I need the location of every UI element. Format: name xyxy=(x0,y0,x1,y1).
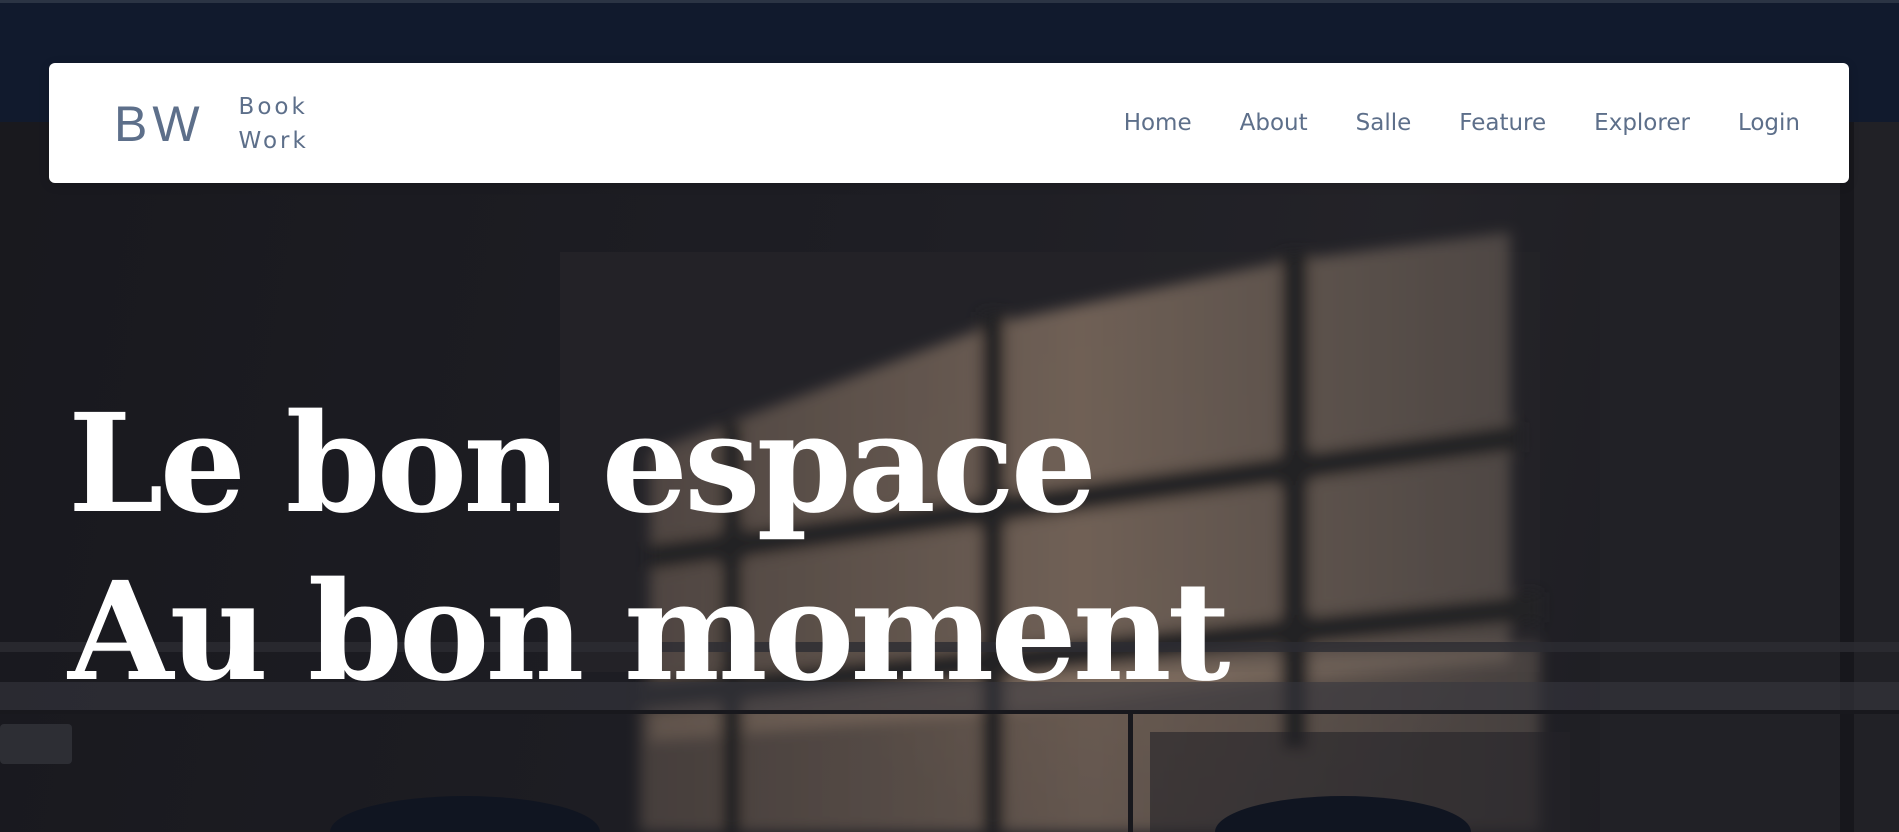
nav-link-login[interactable]: Login xyxy=(1738,110,1800,136)
brand-name-line1: Book xyxy=(238,94,308,120)
brand-logo[interactable]: BW Book Work xyxy=(114,89,309,159)
main-nav: Home About Salle Feature Explorer Login xyxy=(1124,63,1800,183)
brand-mark: BW xyxy=(114,96,205,152)
hero-headline-line2: Au bon moment xyxy=(68,552,1231,712)
nav-item-feature: Feature xyxy=(1459,110,1546,136)
nav-link-explorer[interactable]: Explorer xyxy=(1594,110,1690,136)
hero-headline: Le bon espace Au bon moment xyxy=(68,380,1231,716)
brand-name-line2: Work xyxy=(238,128,309,154)
page: BW Book Work Home About Salle Feature Ex… xyxy=(0,0,1899,832)
nav-item-about: About xyxy=(1240,110,1308,136)
nav-link-home[interactable]: Home xyxy=(1124,110,1192,136)
nav-link-salle[interactable]: Salle xyxy=(1356,110,1412,136)
nav-item-explorer: Explorer xyxy=(1594,110,1690,136)
navbar: BW Book Work Home About Salle Feature Ex… xyxy=(49,63,1849,183)
brand-name: Book Work xyxy=(239,90,309,158)
nav-link-about[interactable]: About xyxy=(1240,110,1308,136)
hero-headline-line1: Le bon espace xyxy=(68,384,1097,544)
nav-link-feature[interactable]: Feature xyxy=(1459,110,1546,136)
nav-item-login: Login xyxy=(1738,110,1800,136)
nav-item-home: Home xyxy=(1124,110,1192,136)
nav-item-salle: Salle xyxy=(1356,110,1412,136)
